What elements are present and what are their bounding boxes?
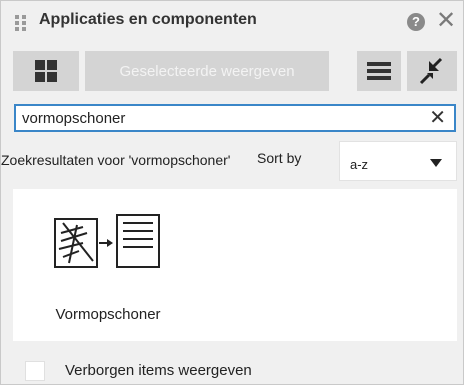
sort-by-label: Sort by	[257, 150, 302, 166]
show-hidden-label: Verborgen items weergeven	[65, 362, 252, 379]
menu-button[interactable]	[357, 51, 401, 91]
clear-search-icon[interactable]: ✕	[429, 107, 446, 129]
search-box: ✕	[14, 104, 456, 132]
shape-cleaner-icon	[54, 214, 160, 268]
panel-footer: Verborgen items weergeven	[13, 346, 457, 381]
show-hidden-checkbox[interactable]	[25, 361, 45, 381]
sort-select[interactable]: a-z	[339, 141, 457, 181]
caret-down-icon	[430, 159, 442, 167]
view-selected-button[interactable]: Geselecteerde weergeven	[85, 51, 329, 91]
search-results-label: Zoekresultaten voor 'vormopschoner'	[1, 152, 231, 168]
result-item-vormopschoner[interactable]: Vormopschoner	[33, 213, 183, 333]
close-icon[interactable]: ✕	[435, 9, 457, 33]
tile-view-button[interactable]	[13, 51, 79, 91]
collapse-button[interactable]	[407, 51, 457, 91]
search-input[interactable]	[22, 108, 402, 128]
panel-title: Applicaties en componenten	[39, 11, 257, 28]
panel-titlebar: Applicaties en componenten ? ✕	[1, 1, 463, 41]
result-item-label: Vormopschoner	[55, 306, 161, 323]
apps-components-panel: Applicaties en componenten ? ✕ Geselecte…	[0, 0, 464, 385]
collapse-arrows-icon	[419, 57, 443, 85]
results-area: Vormopschoner	[13, 189, 457, 341]
help-icon[interactable]: ?	[407, 13, 425, 31]
sort-select-value: a-z	[350, 157, 369, 172]
drag-grip-icon[interactable]	[15, 15, 31, 31]
